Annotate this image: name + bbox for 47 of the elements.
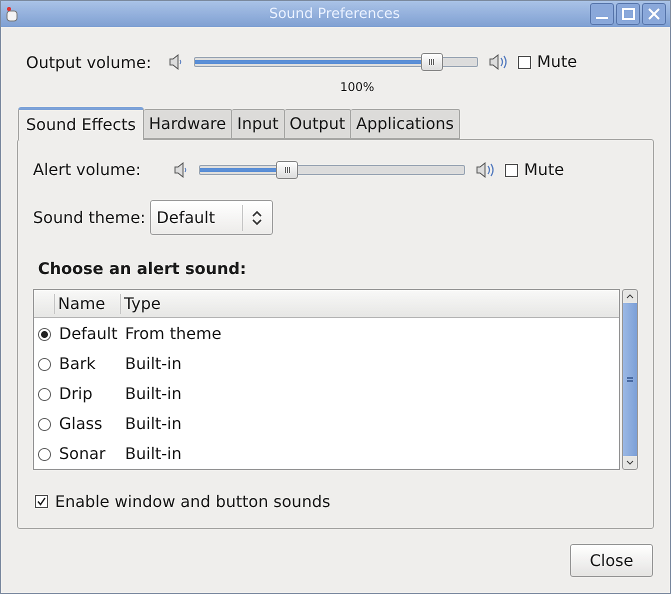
table-cell-text: Drip <box>59 383 94 405</box>
column-header[interactable]: Type <box>121 294 241 314</box>
table-cell-text: Sonar <box>59 443 106 465</box>
output-volume-label: Output volume: <box>26 52 152 74</box>
mute-label: Mute <box>524 159 564 181</box>
mute-checkbox[interactable] <box>505 164 518 176</box>
mute-label: Mute <box>537 51 578 73</box>
radio-button[interactable] <box>38 448 51 460</box>
table-cell-text: Built-in <box>125 353 182 375</box>
table-cell-text: Built-in <box>125 443 182 465</box>
sound-theme-dropdown[interactable]: Default <box>150 200 273 235</box>
radio-button[interactable] <box>38 388 51 400</box>
radio-button[interactable] <box>38 358 51 370</box>
maximize-button[interactable] <box>616 3 640 25</box>
table-cell-text: From theme <box>125 323 222 345</box>
table-cell-text: Built-in <box>125 383 182 405</box>
close-window-button[interactable] <box>642 3 666 25</box>
tab[interactable]: Output <box>284 109 352 139</box>
tab[interactable]: Hardware <box>144 109 232 139</box>
tab[interactable]: Sound Effects <box>18 107 144 140</box>
tab[interactable]: Input <box>232 109 285 139</box>
table-cell-text: Default <box>59 323 118 345</box>
app-icon <box>5 6 19 22</box>
radio-button[interactable] <box>38 328 51 340</box>
alert-sound-heading: Choose an alert sound: <box>37 258 248 280</box>
mute-checkbox[interactable] <box>518 56 531 68</box>
close-icon <box>647 7 661 21</box>
alert-volume-label: Alert volume: <box>33 159 142 181</box>
volume-reading: 100% <box>340 79 374 96</box>
slider-thumb[interactable] <box>276 161 298 179</box>
table-cell-text: Built-in <box>125 413 182 435</box>
enable-sounds-checkbox[interactable] <box>35 495 48 508</box>
radio-button[interactable] <box>38 418 51 430</box>
speaker-quiet-icon <box>173 160 189 180</box>
table-cell-text: Bark <box>59 353 97 375</box>
close-button[interactable]: Close <box>570 544 653 577</box>
speaker-quiet-icon <box>168 52 184 72</box>
column-header[interactable]: Name <box>55 294 121 314</box>
updown-arrows-icon <box>251 208 264 226</box>
slider-thumb[interactable] <box>420 53 443 71</box>
tab[interactable]: Applications <box>351 109 460 139</box>
sound-theme-label: Sound theme: <box>33 206 146 228</box>
table-cell-text: Glass <box>59 413 104 435</box>
enable-sounds-label: Enable window and button sounds <box>55 491 330 513</box>
window-title: Sound Preferences <box>269 4 400 24</box>
minimize-button[interactable] <box>590 3 614 25</box>
scroll-thumb[interactable] <box>623 303 637 456</box>
